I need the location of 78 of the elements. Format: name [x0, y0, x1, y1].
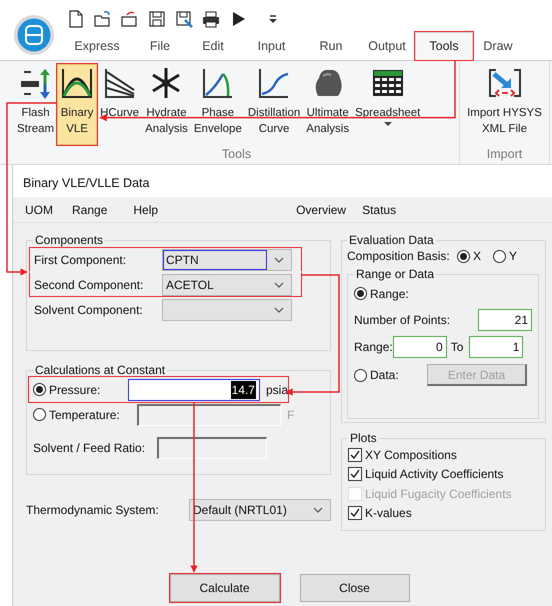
ribbon-button[interactable]: Ultimate Analysis — [303, 64, 352, 146]
radio-button[interactable]: Pressure: — [33, 380, 128, 398]
dropdown[interactable]: ACETOL — [162, 274, 292, 296]
input-field[interactable] — [157, 436, 267, 458]
ribbon-button[interactable]: Phase Envelope — [190, 64, 245, 146]
ribbon-tab[interactable]: Express — [60, 32, 134, 60]
save-as-icon[interactable] — [175, 10, 193, 28]
menu-item[interactable]: UOM — [25, 201, 53, 222]
checkbox-label: XY Compositions — [365, 446, 457, 464]
ribbon-tab[interactable]: Tools — [415, 32, 473, 60]
checkbox[interactable] — [348, 467, 362, 482]
ribbon-tab[interactable]: Output — [359, 32, 415, 60]
dialog-button[interactable]: Close — [300, 574, 410, 602]
menu-item[interactable]: Help — [133, 201, 158, 222]
radio-button[interactable]: Data: — [354, 366, 427, 384]
field-label: Thermodynamic System: — [26, 502, 160, 518]
input-field[interactable]: 0 — [392, 336, 447, 358]
checkbox-label: Liquid Fugacity Coefficients — [365, 486, 512, 503]
chevron-down-icon — [274, 282, 284, 288]
field-label: Composition Basis: — [347, 248, 451, 265]
group-title: Evaluation Data — [348, 233, 435, 247]
ribbon-button[interactable]: Distillation Curve — [244, 64, 304, 146]
radio-button[interactable]: Y — [493, 247, 518, 265]
field-label: Second Component: — [34, 276, 144, 294]
chevron-down-icon — [313, 506, 323, 512]
radio-button[interactable]: X — [457, 247, 482, 265]
dropdown[interactable]: Default (NRTL01) — [189, 498, 331, 520]
chevron-down-icon — [274, 306, 284, 312]
unit-label: F — [287, 406, 294, 424]
dialog-button[interactable]: Calculate — [170, 574, 280, 602]
field-label: Range: — [354, 338, 393, 356]
app-logo-icon[interactable] — [13, 14, 55, 56]
menu-item[interactable]: Range — [72, 201, 108, 222]
ribbon-button[interactable]: Binary VLE — [57, 64, 98, 146]
radio-button[interactable]: Range: — [354, 284, 409, 302]
menu-item[interactable]: Overview — [296, 201, 346, 222]
chevron-down-icon — [274, 256, 284, 262]
field-label: To — [450, 338, 464, 356]
phase-envelope-icon — [200, 66, 235, 100]
open-folder-icon[interactable] — [94, 10, 112, 28]
import-icon — [488, 66, 522, 100]
ribbon-group-label: Tools — [220, 146, 252, 164]
input-field[interactable]: 21 — [478, 308, 532, 330]
folder-icon[interactable] — [121, 10, 139, 28]
ribbon-button[interactable]: HCurve — [97, 64, 142, 146]
group-title: Plots — [349, 431, 378, 445]
ribbon-tab[interactable]: Run — [303, 32, 359, 60]
print-icon[interactable] — [202, 10, 220, 28]
input-field[interactable]: 1 — [469, 336, 524, 358]
unit-label: psia — [266, 382, 288, 398]
checkbox[interactable] — [348, 448, 362, 462]
ribbon-button[interactable]: Flash Stream — [14, 64, 58, 146]
hcurve-icon — [102, 66, 137, 100]
ribbon-tab[interactable]: Input — [240, 32, 303, 60]
field-label: Number of Points: — [354, 312, 450, 328]
group-title: Components — [34, 233, 104, 247]
dropdown[interactable]: CPTN — [162, 248, 292, 270]
group-title: Range or Data — [355, 267, 436, 281]
field-label: Solvent Component: — [34, 302, 144, 318]
menu-item[interactable]: Status — [362, 201, 396, 222]
field-label: Solvent / Feed Ratio: — [33, 440, 146, 456]
dialog-title: Binary VLE/VLLE Data — [13, 165, 552, 197]
field-label: First Component: — [34, 252, 128, 268]
input-field[interactable]: 14.7 — [128, 378, 260, 400]
ribbon-tab[interactable]: File — [134, 32, 186, 60]
checkbox[interactable] — [348, 506, 362, 520]
ribbon-group-label: Import — [486, 146, 524, 164]
vle-curve-icon — [60, 66, 94, 100]
ribbon-button[interactable]: Hydrate Analysis — [142, 64, 191, 146]
checkbox-label: Liquid Activity Coefficients — [365, 466, 504, 484]
checkbox-label: K-values — [365, 505, 412, 522]
ribbon-button[interactable]: Import HYSYS XML File — [464, 64, 545, 146]
ribbon-tab[interactable]: Edit — [186, 32, 240, 60]
new-file-icon[interactable] — [67, 10, 85, 28]
ribbon-button[interactable]: Spreadsheet — [352, 64, 424, 146]
ribbon-tab[interactable]: Draw — [473, 32, 523, 60]
group-title: Calculations at Constant — [34, 363, 166, 377]
save-icon[interactable] — [148, 10, 166, 28]
